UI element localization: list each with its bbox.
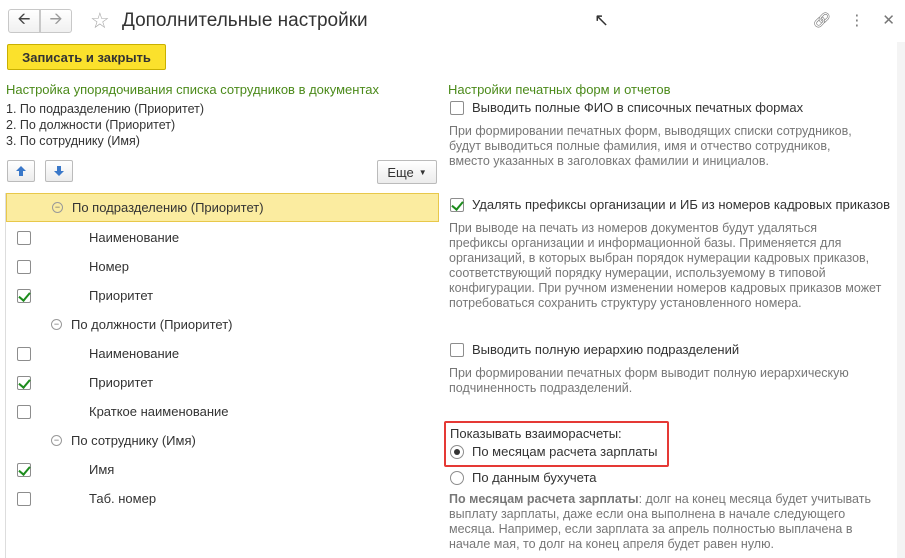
tree-item-label: Таб. номер: [89, 491, 157, 506]
order-line: 3. По сотруднику (Имя): [6, 134, 140, 148]
remove-prefixes-option[interactable]: Удалять префиксы организации и ИБ из ном…: [450, 197, 890, 212]
tree-item-row[interactable]: Приоритет: [6, 281, 439, 310]
tree-group-label: По должности (Приоритет): [71, 317, 233, 332]
highlight-frame: [444, 421, 669, 467]
tree-item-checkbox[interactable]: [17, 346, 31, 361]
tree-group-label: По подразделению (Приоритет): [72, 200, 264, 215]
hierarchy-checkbox[interactable]: [450, 342, 464, 357]
full-name-label: Выводить полные ФИО в списочных печатных…: [472, 100, 804, 115]
chevron-down-icon: ▼: [418, 167, 427, 177]
tree-item-row[interactable]: Краткое наименование: [6, 397, 439, 426]
tree-group-row[interactable]: − По должности (Приоритет): [6, 310, 439, 339]
description-bold: По месяцам расчета зарплаты: [449, 492, 639, 506]
remove-prefixes-checkbox[interactable]: [450, 197, 464, 212]
forward-button[interactable]: 🡪: [40, 9, 72, 33]
tree-item-row[interactable]: Номер: [6, 252, 439, 281]
hierarchy-label: Выводить полную иерархию подразделений: [472, 342, 740, 357]
description-line: месяца. Например, если зарплата за апрел…: [449, 522, 853, 536]
move-up-button[interactable]: [7, 160, 35, 182]
close-icon[interactable]: ✕: [882, 11, 895, 29]
tree-item-label: Номер: [89, 259, 130, 274]
full-name-description: При формировании печатных форм, выводящи…: [449, 124, 897, 169]
description-line: вместо указанных в заголовках фамилии и …: [449, 154, 769, 168]
star-icon[interactable]: ☆: [90, 7, 110, 35]
description-line: потребоваться сохранить структуру устано…: [449, 296, 802, 310]
vertical-scrollbar[interactable]: [897, 42, 905, 558]
ordering-tree: − По подразделению (Приоритет) Наименова…: [5, 193, 439, 558]
tree-item-checkbox[interactable]: [17, 259, 31, 274]
radio-button[interactable]: [450, 470, 464, 485]
tree-item-checkbox[interactable]: [17, 404, 31, 419]
description-line: подчиненность подразделений.: [449, 381, 633, 395]
back-button[interactable]: 🡨: [8, 9, 40, 33]
arrow-right-icon: 🡪: [49, 10, 63, 28]
collapse-icon[interactable]: −: [52, 202, 63, 213]
tree-item-row[interactable]: Наименование: [6, 339, 439, 368]
full-name-checkbox[interactable]: [450, 100, 464, 115]
tree-group-label: По сотруднику (Имя): [71, 433, 196, 448]
description-rest: : долг на конец месяца будет учитывать: [638, 492, 871, 506]
remove-prefixes-label: Удалять префиксы организации и ИБ из ном…: [472, 197, 891, 212]
arrow-left-icon: 🡨: [17, 10, 31, 28]
tree-item-checkbox[interactable]: [17, 375, 31, 390]
tree-item-checkbox[interactable]: [17, 462, 31, 477]
link-icon[interactable]: 🔗︎: [812, 11, 831, 29]
radio-by-accounting[interactable]: По данным бухучета: [450, 470, 597, 485]
description-line: организаций, в которых выбран порядок ну…: [449, 251, 870, 265]
tree-item-row[interactable]: Имя: [6, 455, 439, 484]
description-line: соответствующий порядку нумерации, испол…: [449, 266, 826, 280]
full-name-option[interactable]: Выводить полные ФИО в списочных печатных…: [450, 100, 803, 115]
arrow-down-icon: [54, 166, 64, 176]
move-down-button[interactable]: [45, 160, 73, 182]
tree-item-label: Наименование: [89, 346, 180, 361]
radio-by-accounting-label: По данным бухучета: [472, 470, 597, 485]
tree-group-row[interactable]: − По подразделению (Приоритет): [6, 193, 439, 222]
ordering-section-title: Настройка упорядочивания списка сотрудни…: [6, 82, 379, 97]
description-line: будут выводиться полные фамилия, имя и о…: [449, 139, 831, 153]
tree-item-label: Приоритет: [89, 375, 154, 390]
collapse-icon[interactable]: −: [51, 319, 62, 330]
tree-item-label: Приоритет: [89, 288, 154, 303]
settlements-description: По месяцам расчета зарплаты: долг на кон…: [449, 492, 897, 552]
description-line: При выводе на печать из номеров документ…: [449, 221, 817, 235]
hierarchy-option[interactable]: Выводить полную иерархию подразделений: [450, 342, 739, 357]
tree-item-label: Наименование: [89, 230, 180, 245]
more-vertical-icon[interactable]: ⋮: [849, 11, 864, 29]
save-and-close-button[interactable]: Записать и закрыть: [7, 44, 166, 70]
more-button[interactable]: Еще ▼: [377, 160, 437, 184]
description-line: При формировании печатных форм выводит п…: [449, 366, 849, 380]
more-button-label: Еще: [387, 164, 414, 180]
window-title: Дополнительные настройки: [122, 10, 368, 31]
print-settings-title: Настройки печатных форм и отчетов: [448, 82, 671, 97]
description-line: префиксы организации и информационной ба…: [449, 236, 842, 250]
tree-group-row[interactable]: − По сотруднику (Имя): [6, 426, 439, 455]
tree-item-label: Краткое наименование: [89, 404, 229, 419]
tree-item-checkbox[interactable]: [17, 230, 31, 245]
order-line: 1. По подразделению (Приоритет): [6, 102, 205, 116]
tree-item-label: Имя: [89, 462, 115, 477]
hierarchy-description: При формировании печатных форм выводит п…: [449, 366, 897, 396]
description-line: выплату зарплаты, даже если она выполнен…: [449, 507, 846, 521]
title-bar: 🡨 🡪 ☆ Дополнительные настройки ↖ 🔗︎ ⋮ ✕: [0, 0, 905, 42]
mouse-cursor-icon: ↖: [594, 10, 610, 30]
description-line: При формировании печатных форм, выводящи…: [449, 124, 852, 138]
description-line: По месяцам расчета зарплаты: долг на кон…: [449, 492, 897, 507]
tree-item-row[interactable]: Приоритет: [6, 368, 439, 397]
tree-item-row[interactable]: Таб. номер: [6, 484, 439, 513]
arrow-up-icon: [16, 166, 26, 176]
collapse-icon[interactable]: −: [51, 435, 62, 446]
remove-prefixes-description: При выводе на печать из номеров документ…: [449, 221, 897, 311]
description-line: начале мая, то долг на конец апреля буде…: [449, 537, 774, 551]
tree-item-checkbox[interactable]: [17, 491, 31, 506]
tree-item-checkbox[interactable]: [17, 288, 31, 303]
ordering-summary: 1. По подразделению (Приоритет) 2. По до…: [6, 101, 204, 149]
order-line: 2. По должности (Приоритет): [6, 118, 176, 132]
description-line: конфигурации. При ручном изменении номер…: [449, 281, 882, 295]
tree-item-row[interactable]: Наименование: [6, 223, 439, 252]
